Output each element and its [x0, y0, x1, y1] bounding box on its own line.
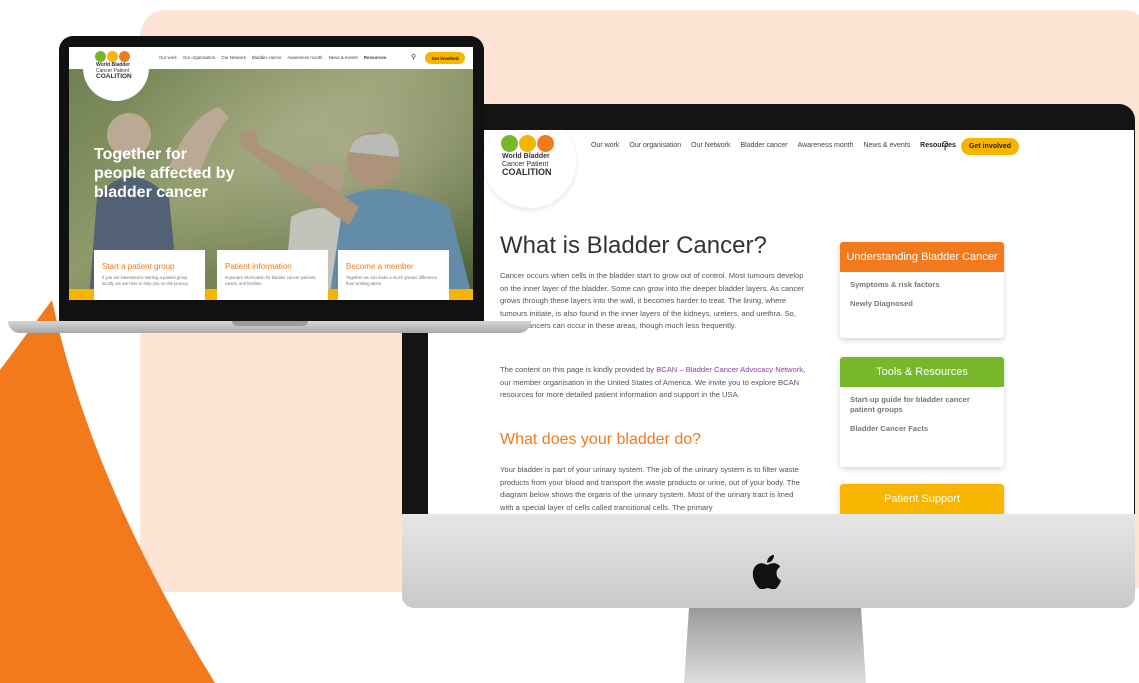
link-symptoms-risk-factors[interactable]: Symptoms & risk factors — [850, 280, 994, 290]
nav-item-our-organisation[interactable]: Our organisation — [629, 142, 681, 149]
main-nav: Our work Our organisation Our Network Bl… — [591, 142, 956, 149]
yellow-strip-mid-2 — [328, 289, 338, 300]
laptop-site-header: World Bladder Cancer Patient COALITION O… — [69, 47, 473, 101]
link-newly-diagnosed[interactable]: Newly Diagnosed — [850, 299, 994, 309]
imac-screen: World Bladder Cancer Patient COALITION O… — [428, 130, 1134, 514]
link-start-up-guide[interactable]: Start-up guide for bladder cancer patien… — [850, 395, 994, 415]
nav-item-news-events[interactable]: News & events — [863, 142, 910, 149]
site-header: World Bladder Cancer Patient COALITION O… — [428, 130, 1134, 208]
card-description: If you are interested in starting a pati… — [102, 275, 189, 286]
laptop-nav-item-resources[interactable]: Resources — [364, 55, 386, 60]
laptop-nav-item-bladder-cancer[interactable]: Bladder cancer — [252, 55, 282, 60]
hero-title-line-2: people affected by — [94, 165, 235, 182]
card-start-patient-group[interactable]: Start a patient group If you are interes… — [94, 250, 205, 300]
link-bladder-cancer-facts[interactable]: Bladder Cancer Facts — [850, 424, 994, 434]
card-title: Start a patient group — [102, 262, 175, 271]
card-become-member[interactable]: Become a member Together we can make a m… — [338, 250, 449, 300]
card-title: Patient information — [225, 262, 292, 271]
sidebar-card-support: Patient Support — [840, 484, 1004, 514]
bladder-paragraph: Your bladder is part of your urinary sys… — [500, 465, 800, 512]
logo-line-1: World Bladder — [502, 153, 550, 160]
yellow-strip-right — [449, 289, 473, 300]
section-heading: What does your bladder do? — [500, 431, 702, 448]
sidebar-card-tools: Tools & Resources Start-up guide for bla… — [840, 357, 1004, 467]
logo-mark-icon — [501, 135, 554, 153]
laptop-notch — [232, 321, 308, 326]
sidebar-card-understanding: Understanding Bladder Cancer Symptoms & … — [840, 242, 1004, 338]
laptop-get-involved-button[interactable]: Get involved — [425, 52, 465, 64]
laptop-nav-item-our-organisation[interactable]: Our organisation — [183, 55, 215, 60]
hero-title-line-3: bladder cancer — [94, 184, 208, 201]
laptop-nav-item-awareness-month[interactable]: Awareness month — [287, 55, 322, 60]
card-patient-information[interactable]: Patient information Important informatio… — [217, 250, 328, 300]
card-title-tools[interactable]: Tools & Resources — [840, 357, 1004, 387]
card-title-support[interactable]: Patient Support — [840, 484, 1004, 514]
source-paragraph: The content on this page is kindly provi… — [500, 364, 806, 402]
source-text-before: The content on this page is kindly provi… — [500, 365, 647, 374]
laptop-main-nav: Our work Our organisation Our Network Bl… — [159, 55, 386, 60]
laptop-logo-mark-icon — [95, 51, 130, 62]
card-title-understanding[interactable]: Understanding Bladder Cancer — [840, 242, 1004, 272]
laptop-screen: World Bladder Cancer Patient COALITION O… — [69, 47, 473, 300]
laptop-nav-item-news-events[interactable]: News & events — [329, 55, 358, 60]
logo-line-3: COALITION — [502, 167, 552, 177]
bcan-link[interactable]: by BCAN – Bladder Cancer Advocacy Networ… — [646, 365, 803, 374]
search-icon[interactable]: ⚲ — [941, 139, 949, 152]
laptop-logo-line-3: COALITION — [96, 73, 132, 80]
nav-item-bladder-cancer[interactable]: Bladder cancer — [740, 142, 787, 149]
yellow-strip-left — [69, 289, 94, 300]
card-description: Important information for bladder cancer… — [225, 275, 317, 286]
nav-item-awareness-month[interactable]: Awareness month — [798, 142, 854, 149]
nav-item-resources[interactable]: Resources — [920, 142, 956, 149]
card-description: Together we can make a much greater diff… — [346, 275, 437, 286]
nav-item-our-work[interactable]: Our work — [591, 142, 619, 149]
laptop-search-icon[interactable]: ⚲ — [411, 53, 416, 61]
page-title: What is Bladder Cancer? — [500, 232, 767, 259]
intro-paragraph: Cancer occurs when cells in the bladder … — [500, 271, 804, 331]
laptop-nav-item-our-network[interactable]: Our Network — [221, 55, 246, 60]
apple-logo-icon — [752, 555, 782, 589]
card-title: Become a member — [346, 262, 414, 271]
logo-text: World Bladder Cancer Patient COALITION — [502, 153, 552, 177]
get-involved-button[interactable]: Get involved — [961, 138, 1019, 155]
nav-item-our-network[interactable]: Our Network — [691, 142, 730, 149]
hero-title: Together for people affected by bladder … — [94, 145, 234, 202]
laptop-nav-item-our-work[interactable]: Our work — [159, 55, 177, 60]
hero-title-line-1: Together for — [94, 146, 188, 163]
laptop-logo-text: World Bladder Cancer Patient COALITION — [96, 62, 132, 81]
yellow-strip-mid-1 — [205, 289, 217, 300]
